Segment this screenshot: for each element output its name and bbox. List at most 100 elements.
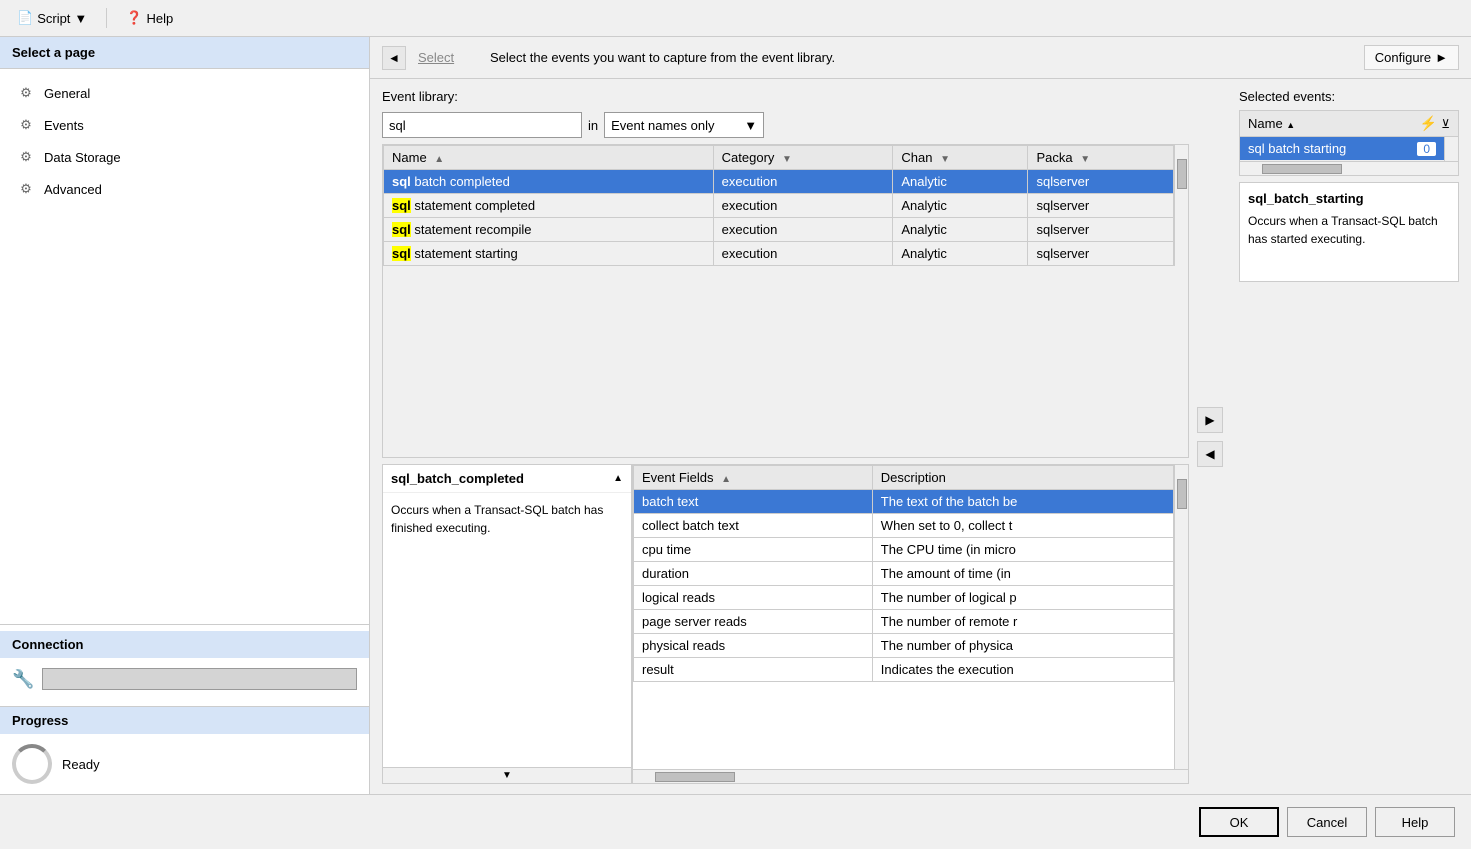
field-name-cell: page server reads [634, 610, 873, 634]
action-bar: ◄ Select Select the events you want to c… [370, 37, 1471, 79]
col-description[interactable]: Description [872, 466, 1173, 490]
event-category-cell: execution [713, 170, 893, 194]
event-library-title: Event library: [382, 89, 1189, 104]
event-detail-scroll-up[interactable]: ▲ [613, 473, 623, 484]
search-highlight: sql [392, 174, 411, 189]
field-desc-cell: Indicates the execution [872, 658, 1173, 682]
help-button[interactable]: ❓ Help [119, 6, 180, 30]
selected-events-vscrollbar[interactable] [1444, 137, 1458, 161]
configure-button[interactable]: Configure ► [1364, 45, 1459, 70]
table-with-scroll: Name ▲ Category ▼ Chan ▼ Packa ▼ [383, 145, 1188, 266]
fields-panel: Event Fields ▲ Description batch text T [632, 464, 1189, 784]
event-package-cell: sqlserver [1028, 242, 1174, 266]
main-dialog: 📄 Script ▼ ❓ Help Select a page ⚙ Genera… [0, 0, 1471, 849]
selected-lightning-icon[interactable]: ⚡ [1420, 115, 1437, 132]
table-row[interactable]: logical reads The number of logical p [634, 586, 1174, 610]
event-detail-scroll[interactable]: Occurs when a Transact-SQL batch has fin… [383, 493, 631, 767]
table-row[interactable]: result Indicates the execution [634, 658, 1174, 682]
field-name-cell: batch text [634, 490, 873, 514]
selected-filter-icon[interactable]: ⊻ [1441, 117, 1450, 131]
sidebar-item-label: Advanced [44, 182, 102, 197]
sidebar-item-label: Events [44, 118, 84, 133]
table-row[interactable]: duration The amount of time (in [634, 562, 1174, 586]
event-table-scroll[interactable]: Name ▲ Category ▼ Chan ▼ Packa ▼ [383, 145, 1174, 266]
selected-event-detail-area: sql_batch_starting Occurs when a Transac… [1239, 182, 1459, 282]
fields-hscrollthumb [655, 772, 735, 782]
table-row[interactable]: sql batch completed execution Analytic s… [384, 170, 1174, 194]
selected-name-col[interactable]: Name ▲ [1248, 116, 1416, 131]
add-event-button[interactable]: ▶ [1197, 407, 1223, 433]
sidebar-nav: ⚙ General ⚙ Events ⚙ Data Storage ⚙ Adva… [0, 69, 369, 624]
event-channel-cell: Analytic [893, 218, 1028, 242]
event-channel-cell: Analytic [893, 170, 1028, 194]
sidebar-item-label: Data Storage [44, 150, 121, 165]
configure-label: Configure [1375, 50, 1431, 65]
col-package[interactable]: Packa ▼ [1028, 146, 1174, 170]
sidebar-item-general[interactable]: ⚙ General [0, 77, 369, 109]
event-category-cell: execution [713, 194, 893, 218]
table-row[interactable]: physical reads The number of physica [634, 634, 1174, 658]
event-category-cell: execution [713, 218, 893, 242]
col-category[interactable]: Category ▼ [713, 146, 893, 170]
table-row[interactable]: collect batch text When set to 0, collec… [634, 514, 1174, 538]
selected-event-name: sql batch starting [1248, 141, 1346, 156]
fields-table: Event Fields ▲ Description batch text T [633, 465, 1174, 682]
selected-event-row[interactable]: sql batch starting 0 [1240, 137, 1444, 161]
remove-event-button[interactable]: ◀ [1197, 441, 1223, 467]
event-library-panel: Event library: in Event names only ▼ [382, 89, 1189, 784]
table-row[interactable]: sql statement starting execution Analyti… [384, 242, 1174, 266]
fields-hscrollbar[interactable] [633, 769, 1188, 783]
event-name-cell: sql statement completed [384, 194, 714, 218]
event-detail-scroll-down[interactable]: ▼ [383, 767, 631, 783]
fields-table-scroll[interactable]: Event Fields ▲ Description batch text T [633, 465, 1174, 769]
panel-area: Event library: in Event names only ▼ [370, 79, 1471, 794]
advanced-icon: ⚙ [16, 179, 36, 199]
connection-section: Connection 🔧 [0, 624, 369, 706]
table-row[interactable]: page server reads The number of remote r [634, 610, 1174, 634]
col-channel[interactable]: Chan ▼ [893, 146, 1028, 170]
field-name-cell: cpu time [634, 538, 873, 562]
fields-table-container: Event Fields ▲ Description batch text T [633, 465, 1188, 769]
table-row[interactable]: cpu time The CPU time (in micro [634, 538, 1174, 562]
cancel-button[interactable]: Cancel [1287, 807, 1367, 837]
event-name-cell: sql batch completed [384, 170, 714, 194]
name-sort-icon: ▲ [434, 154, 444, 165]
table-row[interactable]: sql statement completed execution Analyt… [384, 194, 1174, 218]
category-sort-icon: ▼ [782, 154, 792, 165]
script-dropdown-icon: ▼ [74, 11, 87, 26]
help-dialog-button[interactable]: Help [1375, 807, 1455, 837]
configure-arrow-icon: ► [1435, 50, 1448, 65]
search-highlight: sql [392, 246, 411, 261]
table-row[interactable]: sql statement recompile execution Analyt… [384, 218, 1174, 242]
progress-spinner [12, 744, 52, 784]
ok-button[interactable]: OK [1199, 807, 1279, 837]
script-button[interactable]: 📄 Script ▼ [10, 6, 94, 30]
event-table-scrollthumb [1177, 159, 1187, 189]
sidebar-item-data-storage[interactable]: ⚙ Data Storage [0, 141, 369, 173]
sel-table-inner[interactable]: sql batch starting 0 [1240, 137, 1444, 161]
field-desc-cell: The number of remote r [872, 610, 1173, 634]
event-table-vscrollbar[interactable] [1174, 145, 1188, 266]
col-name[interactable]: Name ▲ [384, 146, 714, 170]
field-desc-cell: The CPU time (in micro [872, 538, 1173, 562]
channel-sort-icon: ▼ [940, 154, 950, 165]
bottom-bar: OK Cancel Help [0, 794, 1471, 849]
right-content: ◄ Select Select the events you want to c… [370, 37, 1471, 794]
sidebar: Select a page ⚙ General ⚙ Events ⚙ Data … [0, 37, 370, 794]
selected-events-hscrollbar[interactable] [1240, 161, 1458, 175]
fields-vscrollbar[interactable] [1174, 465, 1188, 769]
filter-dropdown[interactable]: Event names only ▼ [604, 112, 764, 138]
table-row[interactable]: batch text The text of the batch be [634, 490, 1174, 514]
col-event-fields[interactable]: Event Fields ▲ [634, 466, 873, 490]
selected-event-detail-description: Occurs when a Transact-SQL batch has sta… [1248, 212, 1450, 248]
search-input[interactable] [382, 112, 582, 138]
fields-scrollthumb [1177, 479, 1187, 509]
field-name-cell: logical reads [634, 586, 873, 610]
back-arrow-button[interactable]: ◄ [382, 46, 406, 70]
event-package-cell: sqlserver [1028, 194, 1174, 218]
events-icon: ⚙ [16, 115, 36, 135]
selected-event-detail-name: sql_batch_starting [1248, 191, 1450, 206]
sidebar-item-advanced[interactable]: ⚙ Advanced [0, 173, 369, 205]
sidebar-item-events[interactable]: ⚙ Events [0, 109, 369, 141]
select-page-label: Select a page [12, 45, 95, 60]
